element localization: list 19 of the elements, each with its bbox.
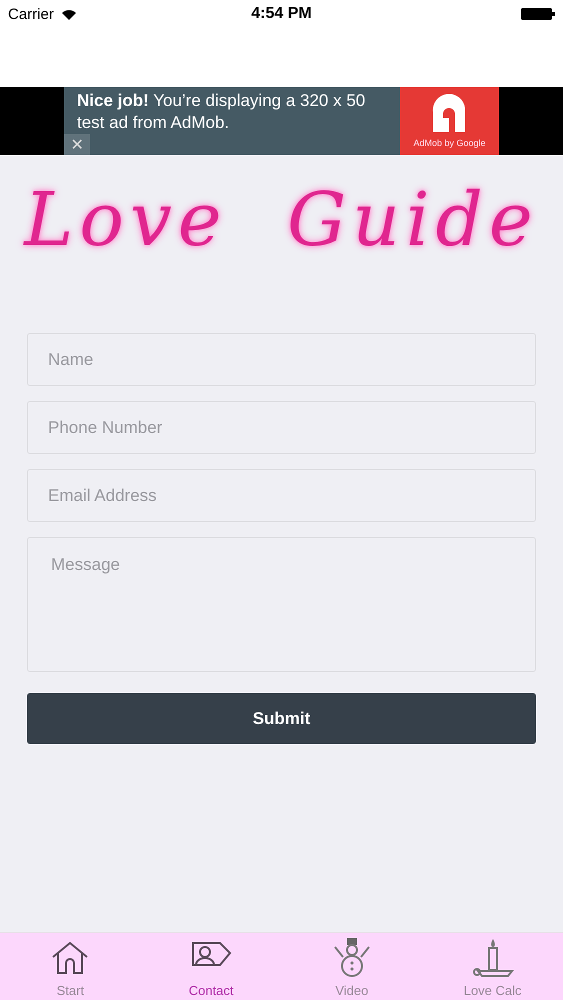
app-logo-title: Love Guide: [24, 177, 539, 263]
message-field[interactable]: Message: [27, 537, 536, 672]
tab-bar-item[interactable]: Video: [282, 933, 422, 1000]
ad-text: Nice job! You’re displaying a 320 x 50 test ad from AdMob.: [76, 90, 366, 134]
close-button[interactable]: ✕: [64, 134, 90, 155]
text-input-field[interactable]: Name: [27, 333, 536, 386]
text-input-field[interactable]: Phone Number: [27, 401, 536, 454]
ad-brand-label: AdMob by Google: [413, 138, 486, 148]
tab-bar-item[interactable]: Love Calc: [422, 933, 563, 1000]
submit-button[interactable]: Submit: [27, 693, 536, 744]
status-time: 4:54 PM: [251, 5, 312, 23]
carrier-label: Carrier: [8, 6, 54, 22]
candle-icon: [472, 937, 514, 979]
wifi-icon: [60, 7, 78, 21]
battery-icon: [521, 8, 555, 20]
tab-bar-item[interactable]: Contact: [140, 933, 282, 1000]
text-input-field[interactable]: Email Address: [27, 469, 536, 522]
tab-bar-item[interactable]: Start: [0, 933, 141, 1000]
ad-banner[interactable]: Nice job! You’re displaying a 320 x 50 test ad from AdMob. ✕ AdMob by Google: [64, 87, 499, 155]
